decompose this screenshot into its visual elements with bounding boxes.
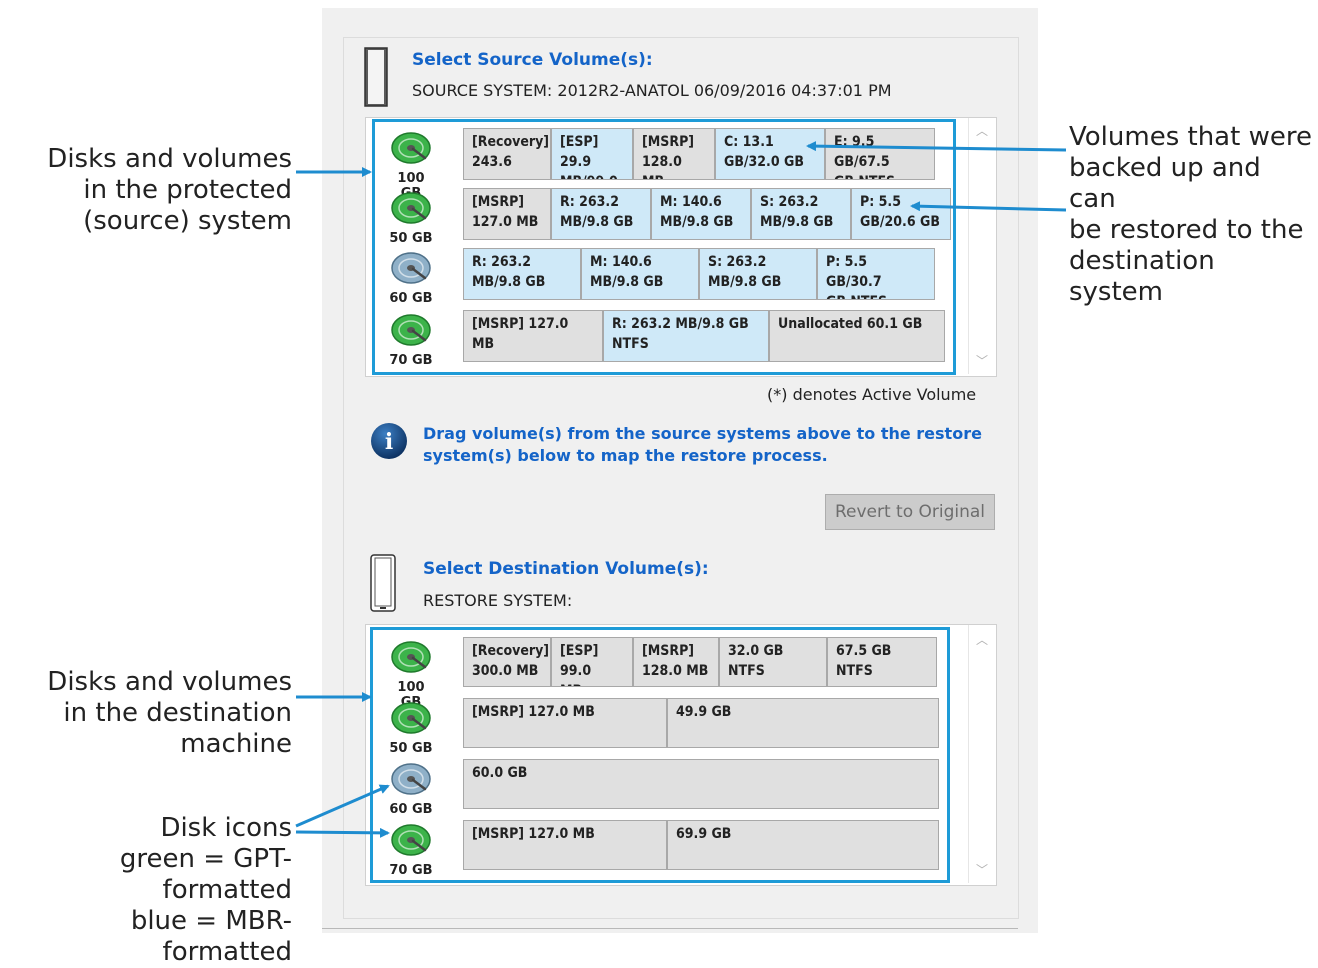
arrow-backed-up-2 <box>910 201 1067 212</box>
arrow-disk-icon-2 <box>295 827 390 838</box>
arrow-backed-up-1 <box>806 141 1067 152</box>
annotation-arrows <box>295 141 1067 838</box>
arrow-disk-icon-1 <box>295 784 390 828</box>
